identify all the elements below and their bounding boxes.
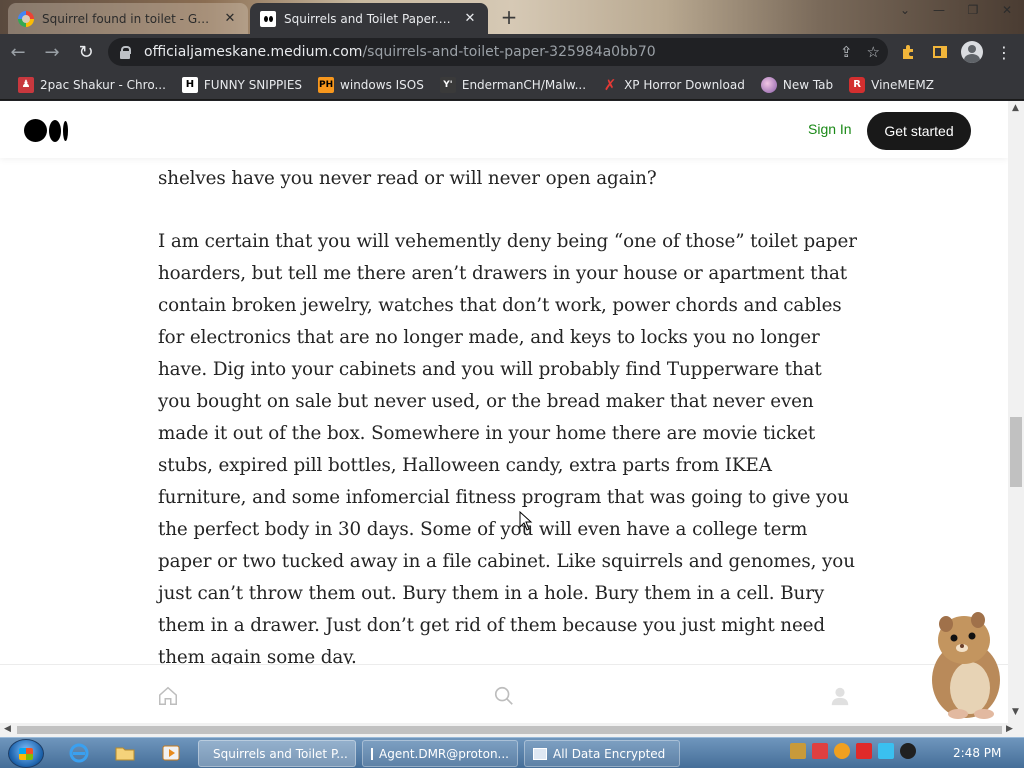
internet-explorer-icon[interactable]	[68, 742, 90, 764]
medium-logo[interactable]	[24, 119, 68, 142]
extensions-icon[interactable]	[894, 38, 922, 66]
sign-in-link[interactable]: Sign In	[808, 121, 852, 137]
scrollbar-thumb[interactable]	[1010, 417, 1022, 487]
article-paragraph: I am certain that you will vehemently de…	[158, 231, 857, 668]
tab-strip: Squirrel found in toilet - Google ✕ Squi…	[0, 0, 1024, 34]
bottom-nav	[0, 664, 1008, 723]
reload-button[interactable]: ↻	[70, 36, 102, 68]
taskbar-item-label: Agent.DMR@proton...	[379, 746, 509, 761]
bookmark-label: FUNNY SNIPPIES	[203, 77, 303, 92]
tray-app-icon[interactable]	[812, 743, 828, 759]
bookmark-label: VineMEMZ	[871, 77, 934, 92]
tab-title: Squirrel found in toilet - Google	[42, 11, 214, 26]
bookmarks-bar: ♟ 2pac Shakur - Chro... H FUNNY SNIPPIES…	[0, 70, 1024, 100]
bookmark-item[interactable]: ✗ XP Horror Download	[594, 72, 753, 98]
tab-title: Squirrels and Toilet Paper. There	[284, 11, 454, 26]
minimize-button[interactable]: —	[922, 0, 956, 20]
bookmark-label: windows ISOS	[340, 77, 424, 92]
search-icon[interactable]	[493, 685, 515, 707]
tab-google-search[interactable]: Squirrel found in toilet - Google ✕	[8, 3, 248, 34]
bookmark-label: 2pac Shakur - Chro...	[40, 77, 166, 92]
folder-icon[interactable]	[114, 742, 136, 764]
article-paragraph: shelves have you never read or will neve…	[158, 168, 657, 189]
window-icon	[533, 747, 547, 760]
browser-toolbar: ← → ↻ officialjameskane.medium.com/squir…	[0, 34, 1024, 70]
share-icon[interactable]: ⇪	[840, 43, 853, 61]
close-icon[interactable]: ✕	[222, 11, 238, 27]
bookmark-item[interactable]: PH windows ISOS	[310, 72, 432, 98]
sidepanel-icon[interactable]	[926, 38, 954, 66]
windows-taskbar: Squirrels and Toilet P... Agent.DMR@prot…	[0, 737, 1024, 768]
hamster-mascot[interactable]	[922, 610, 1008, 720]
article-body: shelves have you never read or will neve…	[158, 163, 858, 705]
google-icon	[18, 10, 34, 27]
taskbar-clock[interactable]: 2:48 PM	[953, 746, 1001, 760]
tray-app-icon[interactable]	[834, 743, 850, 759]
window-icon	[371, 747, 373, 760]
mouse-cursor-icon	[519, 511, 533, 531]
url-domain: officialjameskane.medium.com	[144, 44, 363, 60]
chevron-down-icon[interactable]: ⌄	[888, 0, 922, 20]
maximize-button[interactable]: ❐	[956, 0, 990, 20]
bookmark-label: XP Horror Download	[624, 77, 745, 92]
flag-icon[interactable]	[856, 743, 872, 759]
new-tab-button[interactable]: +	[500, 7, 518, 27]
volume-icon[interactable]	[900, 743, 916, 759]
profile-icon[interactable]	[829, 685, 851, 707]
tray-app-icon[interactable]	[790, 743, 806, 759]
x-icon: ✗	[603, 75, 617, 94]
get-started-button[interactable]: Get started	[867, 112, 971, 150]
bookmark-item[interactable]: ♟ 2pac Shakur - Chro...	[10, 72, 174, 98]
h-icon: H	[181, 76, 198, 93]
bookmark-item[interactable]: New Tab	[753, 72, 841, 98]
profile-avatar[interactable]	[958, 38, 986, 66]
bookmark-label: New Tab	[782, 77, 834, 92]
scroll-right-arrow-icon[interactable]: ▶	[1006, 724, 1013, 734]
taskbar-item-chrome[interactable]: Squirrels and Toilet P...	[198, 740, 356, 767]
yp-icon: Y'	[439, 76, 456, 93]
forward-button[interactable]: →	[36, 36, 68, 68]
menu-kebab-icon[interactable]: ⋮	[990, 38, 1018, 66]
r-icon: R	[849, 76, 866, 93]
back-button[interactable]: ←	[2, 36, 34, 68]
web-page: Sign In Get started shelves have you nev…	[0, 101, 1008, 723]
lock-icon[interactable]	[118, 45, 132, 59]
bookmark-label: EndermanCH/Malw...	[461, 77, 587, 92]
taskbar-item-mail[interactable]: Agent.DMR@proton...	[362, 740, 518, 767]
system-tray	[790, 743, 916, 759]
url-path: /squirrels-and-toilet-paper-325984a0bb70	[362, 44, 656, 60]
taskbar-item-label: Squirrels and Toilet P...	[213, 746, 348, 761]
globe-icon	[760, 76, 777, 93]
bookmark-item[interactable]: H FUNNY SNIPPIES	[174, 72, 310, 98]
site-header: Sign In Get started	[0, 101, 1008, 158]
monitor-icon[interactable]	[878, 743, 894, 759]
scroll-up-arrow-icon[interactable]: ▲	[1012, 103, 1019, 113]
tab-medium-article[interactable]: Squirrels and Toilet Paper. There ✕	[250, 3, 488, 34]
close-icon[interactable]: ✕	[462, 11, 478, 27]
vertical-scrollbar[interactable]: ▲ ▼	[1008, 101, 1024, 723]
ph-icon: PH	[318, 76, 335, 93]
start-button[interactable]	[8, 739, 44, 768]
star-icon[interactable]: ☆	[867, 43, 880, 61]
bookmark-icon: ♟	[18, 76, 34, 93]
window-controls: ⌄ — ❐ ✕	[888, 0, 1024, 20]
horizontal-scrollbar[interactable]: ◀ ▶	[0, 723, 1024, 737]
taskbar-item-encrypted[interactable]: All Data Encrypted	[524, 740, 680, 767]
address-bar[interactable]: officialjameskane.medium.com/squirrels-a…	[108, 38, 888, 66]
home-icon[interactable]	[157, 685, 179, 707]
close-window-button[interactable]: ✕	[990, 0, 1024, 20]
scroll-left-arrow-icon[interactable]: ◀	[4, 724, 11, 734]
medium-icon	[260, 10, 276, 27]
bookmark-item[interactable]: Y' EndermanCH/Malw...	[432, 72, 594, 98]
scroll-down-arrow-icon[interactable]: ▼	[1012, 707, 1019, 717]
media-player-icon[interactable]	[160, 742, 182, 764]
bookmark-item[interactable]: R VineMEMZ	[841, 72, 942, 98]
scrollbar-thumb[interactable]	[17, 726, 1002, 734]
taskbar-item-label: All Data Encrypted	[553, 746, 666, 761]
